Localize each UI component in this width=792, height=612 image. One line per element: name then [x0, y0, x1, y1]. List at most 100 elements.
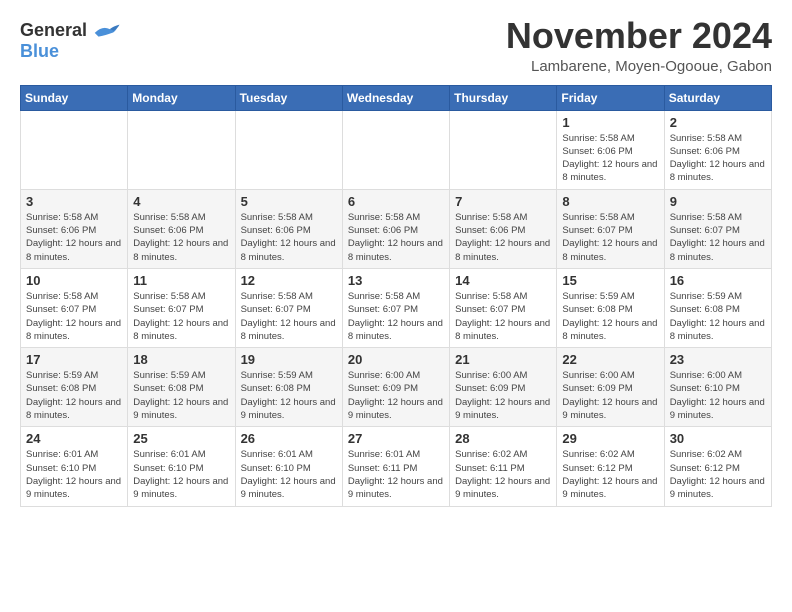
calendar: SundayMondayTuesdayWednesdayThursdayFrid… [20, 85, 772, 507]
calendar-cell: 4 Sunrise: 5:58 AMSunset: 6:06 PMDaylight… [128, 189, 235, 268]
logo-blue-text: Blue [20, 41, 59, 62]
calendar-cell: 2 Sunrise: 5:58 AMSunset: 6:06 PMDaylight… [664, 110, 771, 189]
calendar-cell: 19 Sunrise: 5:59 AMSunset: 6:08 PMDayligh… [235, 348, 342, 427]
day-number: 5 [241, 194, 337, 209]
day-number: 13 [348, 273, 444, 288]
day-info: Sunrise: 5:58 AMSunset: 6:06 PMDaylight:… [133, 211, 229, 264]
logo-bird-icon [91, 21, 121, 41]
day-info: Sunrise: 6:01 AMSunset: 6:10 PMDaylight:… [241, 448, 337, 501]
day-number: 30 [670, 431, 766, 446]
day-number: 26 [241, 431, 337, 446]
day-info: Sunrise: 6:00 AMSunset: 6:09 PMDaylight:… [455, 369, 551, 422]
day-info: Sunrise: 5:59 AMSunset: 6:08 PMDaylight:… [26, 369, 122, 422]
day-info: Sunrise: 6:01 AMSunset: 6:10 PMDaylight:… [26, 448, 122, 501]
day-info: Sunrise: 5:58 AMSunset: 6:06 PMDaylight:… [670, 132, 766, 185]
day-info: Sunrise: 6:00 AMSunset: 6:09 PMDaylight:… [348, 369, 444, 422]
header: General Blue November 2024 Lambarene, Mo… [20, 16, 772, 75]
calendar-cell: 28 Sunrise: 6:02 AMSunset: 6:11 PMDayligh… [450, 427, 557, 506]
title-area: November 2024 Lambarene, Moyen-Ogooue, G… [506, 16, 772, 75]
day-info: Sunrise: 5:58 AMSunset: 6:07 PMDaylight:… [455, 290, 551, 343]
calendar-header-thursday: Thursday [450, 85, 557, 110]
day-info: Sunrise: 5:59 AMSunset: 6:08 PMDaylight:… [241, 369, 337, 422]
day-number: 28 [455, 431, 551, 446]
calendar-cell: 1 Sunrise: 5:58 AMSunset: 6:06 PMDaylight… [557, 110, 664, 189]
calendar-cell: 5Sunrise: 5:58 AMSunset: 6:06 PMDaylight… [235, 189, 342, 268]
day-info: Sunrise: 6:00 AMSunset: 6:10 PMDaylight:… [670, 369, 766, 422]
day-number: 9 [670, 194, 766, 209]
day-info: Sunrise: 6:01 AMSunset: 6:10 PMDaylight:… [133, 448, 229, 501]
day-number: 7 [455, 194, 551, 209]
day-number: 3 [26, 194, 122, 209]
calendar-header-tuesday: Tuesday [235, 85, 342, 110]
calendar-cell: 26 Sunrise: 6:01 AMSunset: 6:10 PMDayligh… [235, 427, 342, 506]
calendar-cell: 18Sunrise: 5:59 AMSunset: 6:08 PMDayligh… [128, 348, 235, 427]
day-info: Sunrise: 5:58 AMSunset: 6:06 PMDaylight:… [348, 211, 444, 264]
day-info: Sunrise: 5:58 AMSunset: 6:07 PMDaylight:… [562, 211, 658, 264]
calendar-week-4: 17 Sunrise: 5:59 AMSunset: 6:08 PMDayligh… [21, 348, 772, 427]
calendar-cell: 16Sunrise: 5:59 AMSunset: 6:08 PMDayligh… [664, 268, 771, 347]
day-number: 23 [670, 352, 766, 367]
calendar-cell: 17 Sunrise: 5:59 AMSunset: 6:08 PMDayligh… [21, 348, 128, 427]
day-number: 27 [348, 431, 444, 446]
day-info: Sunrise: 5:58 AMSunset: 6:07 PMDaylight:… [670, 211, 766, 264]
logo: General Blue [20, 20, 121, 62]
calendar-cell: 30 Sunrise: 6:02 AMSunset: 6:12 PMDayligh… [664, 427, 771, 506]
calendar-header-sunday: Sunday [21, 85, 128, 110]
calendar-cell: 14Sunrise: 5:58 AMSunset: 6:07 PMDayligh… [450, 268, 557, 347]
calendar-week-5: 24 Sunrise: 6:01 AMSunset: 6:10 PMDayligh… [21, 427, 772, 506]
day-number: 25 [133, 431, 229, 446]
calendar-cell [342, 110, 449, 189]
day-number: 19 [241, 352, 337, 367]
day-info: Sunrise: 6:02 AMSunset: 6:12 PMDaylight:… [670, 448, 766, 501]
day-number: 4 [133, 194, 229, 209]
day-number: 17 [26, 352, 122, 367]
calendar-cell: 27Sunrise: 6:01 AMSunset: 6:11 PMDayligh… [342, 427, 449, 506]
day-info: Sunrise: 5:58 AMSunset: 6:07 PMDaylight:… [26, 290, 122, 343]
day-info: Sunrise: 5:59 AMSunset: 6:08 PMDaylight:… [562, 290, 658, 343]
day-number: 16 [670, 273, 766, 288]
day-number: 1 [562, 115, 658, 130]
calendar-cell: 23 Sunrise: 6:00 AMSunset: 6:10 PMDayligh… [664, 348, 771, 427]
calendar-cell: 22 Sunrise: 6:00 AMSunset: 6:09 PMDayligh… [557, 348, 664, 427]
day-info: Sunrise: 5:58 AMSunset: 6:07 PMDaylight:… [241, 290, 337, 343]
day-info: Sunrise: 6:02 AMSunset: 6:11 PMDaylight:… [455, 448, 551, 501]
calendar-cell [235, 110, 342, 189]
day-number: 11 [133, 273, 229, 288]
day-info: Sunrise: 5:58 AMSunset: 6:06 PMDaylight:… [455, 211, 551, 264]
month-title: November 2024 [506, 16, 772, 56]
day-number: 6 [348, 194, 444, 209]
day-number: 8 [562, 194, 658, 209]
calendar-cell: 12Sunrise: 5:58 AMSunset: 6:07 PMDayligh… [235, 268, 342, 347]
day-info: Sunrise: 5:58 AMSunset: 6:07 PMDaylight:… [133, 290, 229, 343]
calendar-cell: 24 Sunrise: 6:01 AMSunset: 6:10 PMDayligh… [21, 427, 128, 506]
calendar-cell: 8 Sunrise: 5:58 AMSunset: 6:07 PMDaylight… [557, 189, 664, 268]
day-number: 15 [562, 273, 658, 288]
calendar-header-friday: Friday [557, 85, 664, 110]
day-number: 21 [455, 352, 551, 367]
calendar-week-2: 3 Sunrise: 5:58 AMSunset: 6:06 PMDaylight… [21, 189, 772, 268]
day-number: 18 [133, 352, 229, 367]
day-number: 24 [26, 431, 122, 446]
calendar-cell: 21 Sunrise: 6:00 AMSunset: 6:09 PMDayligh… [450, 348, 557, 427]
calendar-cell [21, 110, 128, 189]
calendar-cell: 29Sunrise: 6:02 AMSunset: 6:12 PMDayligh… [557, 427, 664, 506]
calendar-cell: 10 Sunrise: 5:58 AMSunset: 6:07 PMDayligh… [21, 268, 128, 347]
calendar-cell: 11 Sunrise: 5:58 AMSunset: 6:07 PMDayligh… [128, 268, 235, 347]
day-number: 22 [562, 352, 658, 367]
day-number: 2 [670, 115, 766, 130]
calendar-cell: 13 Sunrise: 5:58 AMSunset: 6:07 PMDayligh… [342, 268, 449, 347]
day-info: Sunrise: 5:58 AMSunset: 6:06 PMDaylight:… [562, 132, 658, 185]
day-number: 29 [562, 431, 658, 446]
day-info: Sunrise: 5:58 AMSunset: 6:07 PMDaylight:… [348, 290, 444, 343]
calendar-cell: 15 Sunrise: 5:59 AMSunset: 6:08 PMDayligh… [557, 268, 664, 347]
day-info: Sunrise: 6:00 AMSunset: 6:09 PMDaylight:… [562, 369, 658, 422]
calendar-cell: 6 Sunrise: 5:58 AMSunset: 6:06 PMDaylight… [342, 189, 449, 268]
calendar-cell: 3Sunrise: 5:58 AMSunset: 6:06 PMDaylight… [21, 189, 128, 268]
calendar-cell: 25 Sunrise: 6:01 AMSunset: 6:10 PMDayligh… [128, 427, 235, 506]
location-title: Lambarene, Moyen-Ogooue, Gabon [506, 58, 772, 75]
calendar-cell: 9 Sunrise: 5:58 AMSunset: 6:07 PMDaylight… [664, 189, 771, 268]
calendar-week-1: 1 Sunrise: 5:58 AMSunset: 6:06 PMDaylight… [21, 110, 772, 189]
calendar-week-3: 10 Sunrise: 5:58 AMSunset: 6:07 PMDayligh… [21, 268, 772, 347]
day-number: 10 [26, 273, 122, 288]
calendar-cell [128, 110, 235, 189]
